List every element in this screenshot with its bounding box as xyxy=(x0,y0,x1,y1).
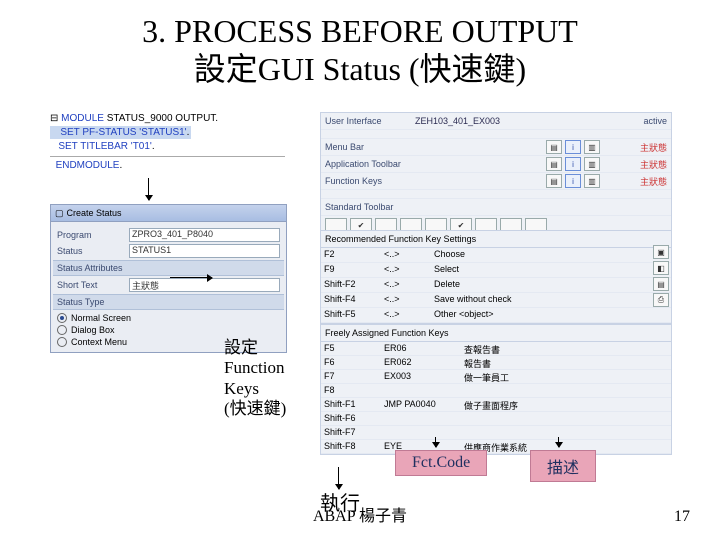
note-icon[interactable]: ▥ xyxy=(584,140,600,154)
side-btn[interactable]: ◧ xyxy=(653,261,669,275)
shorttext-input[interactable]: 主狀態 xyxy=(129,278,280,292)
note-icon[interactable]: ▥ xyxy=(584,157,600,171)
side-btn[interactable]: ▤ xyxy=(653,277,669,291)
status-type-header: Status Type xyxy=(53,294,284,310)
user-interface-value: ZEH103_401_EX003 xyxy=(415,116,500,126)
expand-icon[interactable]: ▤ xyxy=(546,140,562,154)
radio-dialog-box[interactable]: Dialog Box xyxy=(57,324,280,336)
arrow-code-to-dialog xyxy=(148,178,149,200)
active-status: active xyxy=(643,116,667,126)
box-icon: ▢ xyxy=(55,208,64,219)
sap-gui-status-panel: User Interface ZEH103_401_EX003 active M… xyxy=(320,112,672,236)
radio-icon xyxy=(57,325,67,335)
side-btn[interactable]: ⎙ xyxy=(653,293,669,307)
abap-code-panel: ⊟ MODULE STATUS_9000 OUTPUT. SET PF-STAT… xyxy=(50,112,285,173)
info-icon[interactable]: i xyxy=(565,157,581,171)
info-icon[interactable]: i xyxy=(565,174,581,188)
arrow-desc xyxy=(558,437,559,447)
slide-title: 3. PROCESS BEFORE OUTPUT 設定GUI Status (快… xyxy=(0,0,720,89)
annotation-function-keys: 設定 Function Keys (快速鍵) xyxy=(224,338,286,420)
recommended-header: Recommended Function Key Settings xyxy=(325,234,476,244)
recommended-fkeys-panel: Recommended Function Key Settings F2<..>… xyxy=(320,230,672,324)
program-label: Program xyxy=(57,230,129,240)
create-status-dialog: ▢ Create Status Program ZPRO3_401_P8040 … xyxy=(50,204,287,353)
status-label: Status xyxy=(57,246,129,256)
expand-icon[interactable]: ▤ xyxy=(546,157,562,171)
standard-toolbar-label: Standard Toolbar xyxy=(325,202,393,212)
recommended-grid: F2<..>Choose F9<..>Select Shift-F2<..>De… xyxy=(321,248,671,323)
menu-bar-row[interactable]: Menu Bar ▤ i ▥ 主狀態 xyxy=(321,139,671,156)
dialog-titlebar: ▢ Create Status xyxy=(51,205,286,222)
info-icon[interactable]: i xyxy=(565,140,581,154)
user-interface-label: User Interface xyxy=(325,116,415,126)
radio-normal-screen[interactable]: Normal Screen xyxy=(57,312,280,324)
footer-author: ABAP 楊子青 xyxy=(0,502,720,526)
freely-assigned-panel: Freely Assigned Function Keys F5ER06查報告書… xyxy=(320,324,672,455)
arrow-execute xyxy=(338,467,339,489)
radio-icon xyxy=(57,337,67,347)
status-input[interactable]: STATUS1 xyxy=(129,244,280,258)
radio-icon xyxy=(57,313,67,323)
arrow-to-shorttext xyxy=(170,277,212,278)
desc-callout: 描述 xyxy=(530,450,596,482)
note-icon[interactable]: ▥ xyxy=(584,174,600,188)
arrow-fctcode xyxy=(435,437,436,447)
expand-icon[interactable]: ▤ xyxy=(546,174,562,188)
fctcode-callout: Fct.Code xyxy=(395,450,487,476)
status-attributes-header: Status Attributes xyxy=(53,260,284,276)
page-number: 17 xyxy=(674,508,690,526)
side-btn[interactable]: ▣ xyxy=(653,245,669,259)
freely-assigned-header: Freely Assigned Function Keys xyxy=(325,328,449,338)
program-input[interactable]: ZPRO3_401_P8040 xyxy=(129,228,280,242)
shorttext-label: Short Text xyxy=(57,280,129,290)
function-keys-row[interactable]: Function Keys ▤ i ▥ 主狀態 xyxy=(321,173,671,190)
app-toolbar-row[interactable]: Application Toolbar ▤ i ▥ 主狀態 xyxy=(321,156,671,173)
